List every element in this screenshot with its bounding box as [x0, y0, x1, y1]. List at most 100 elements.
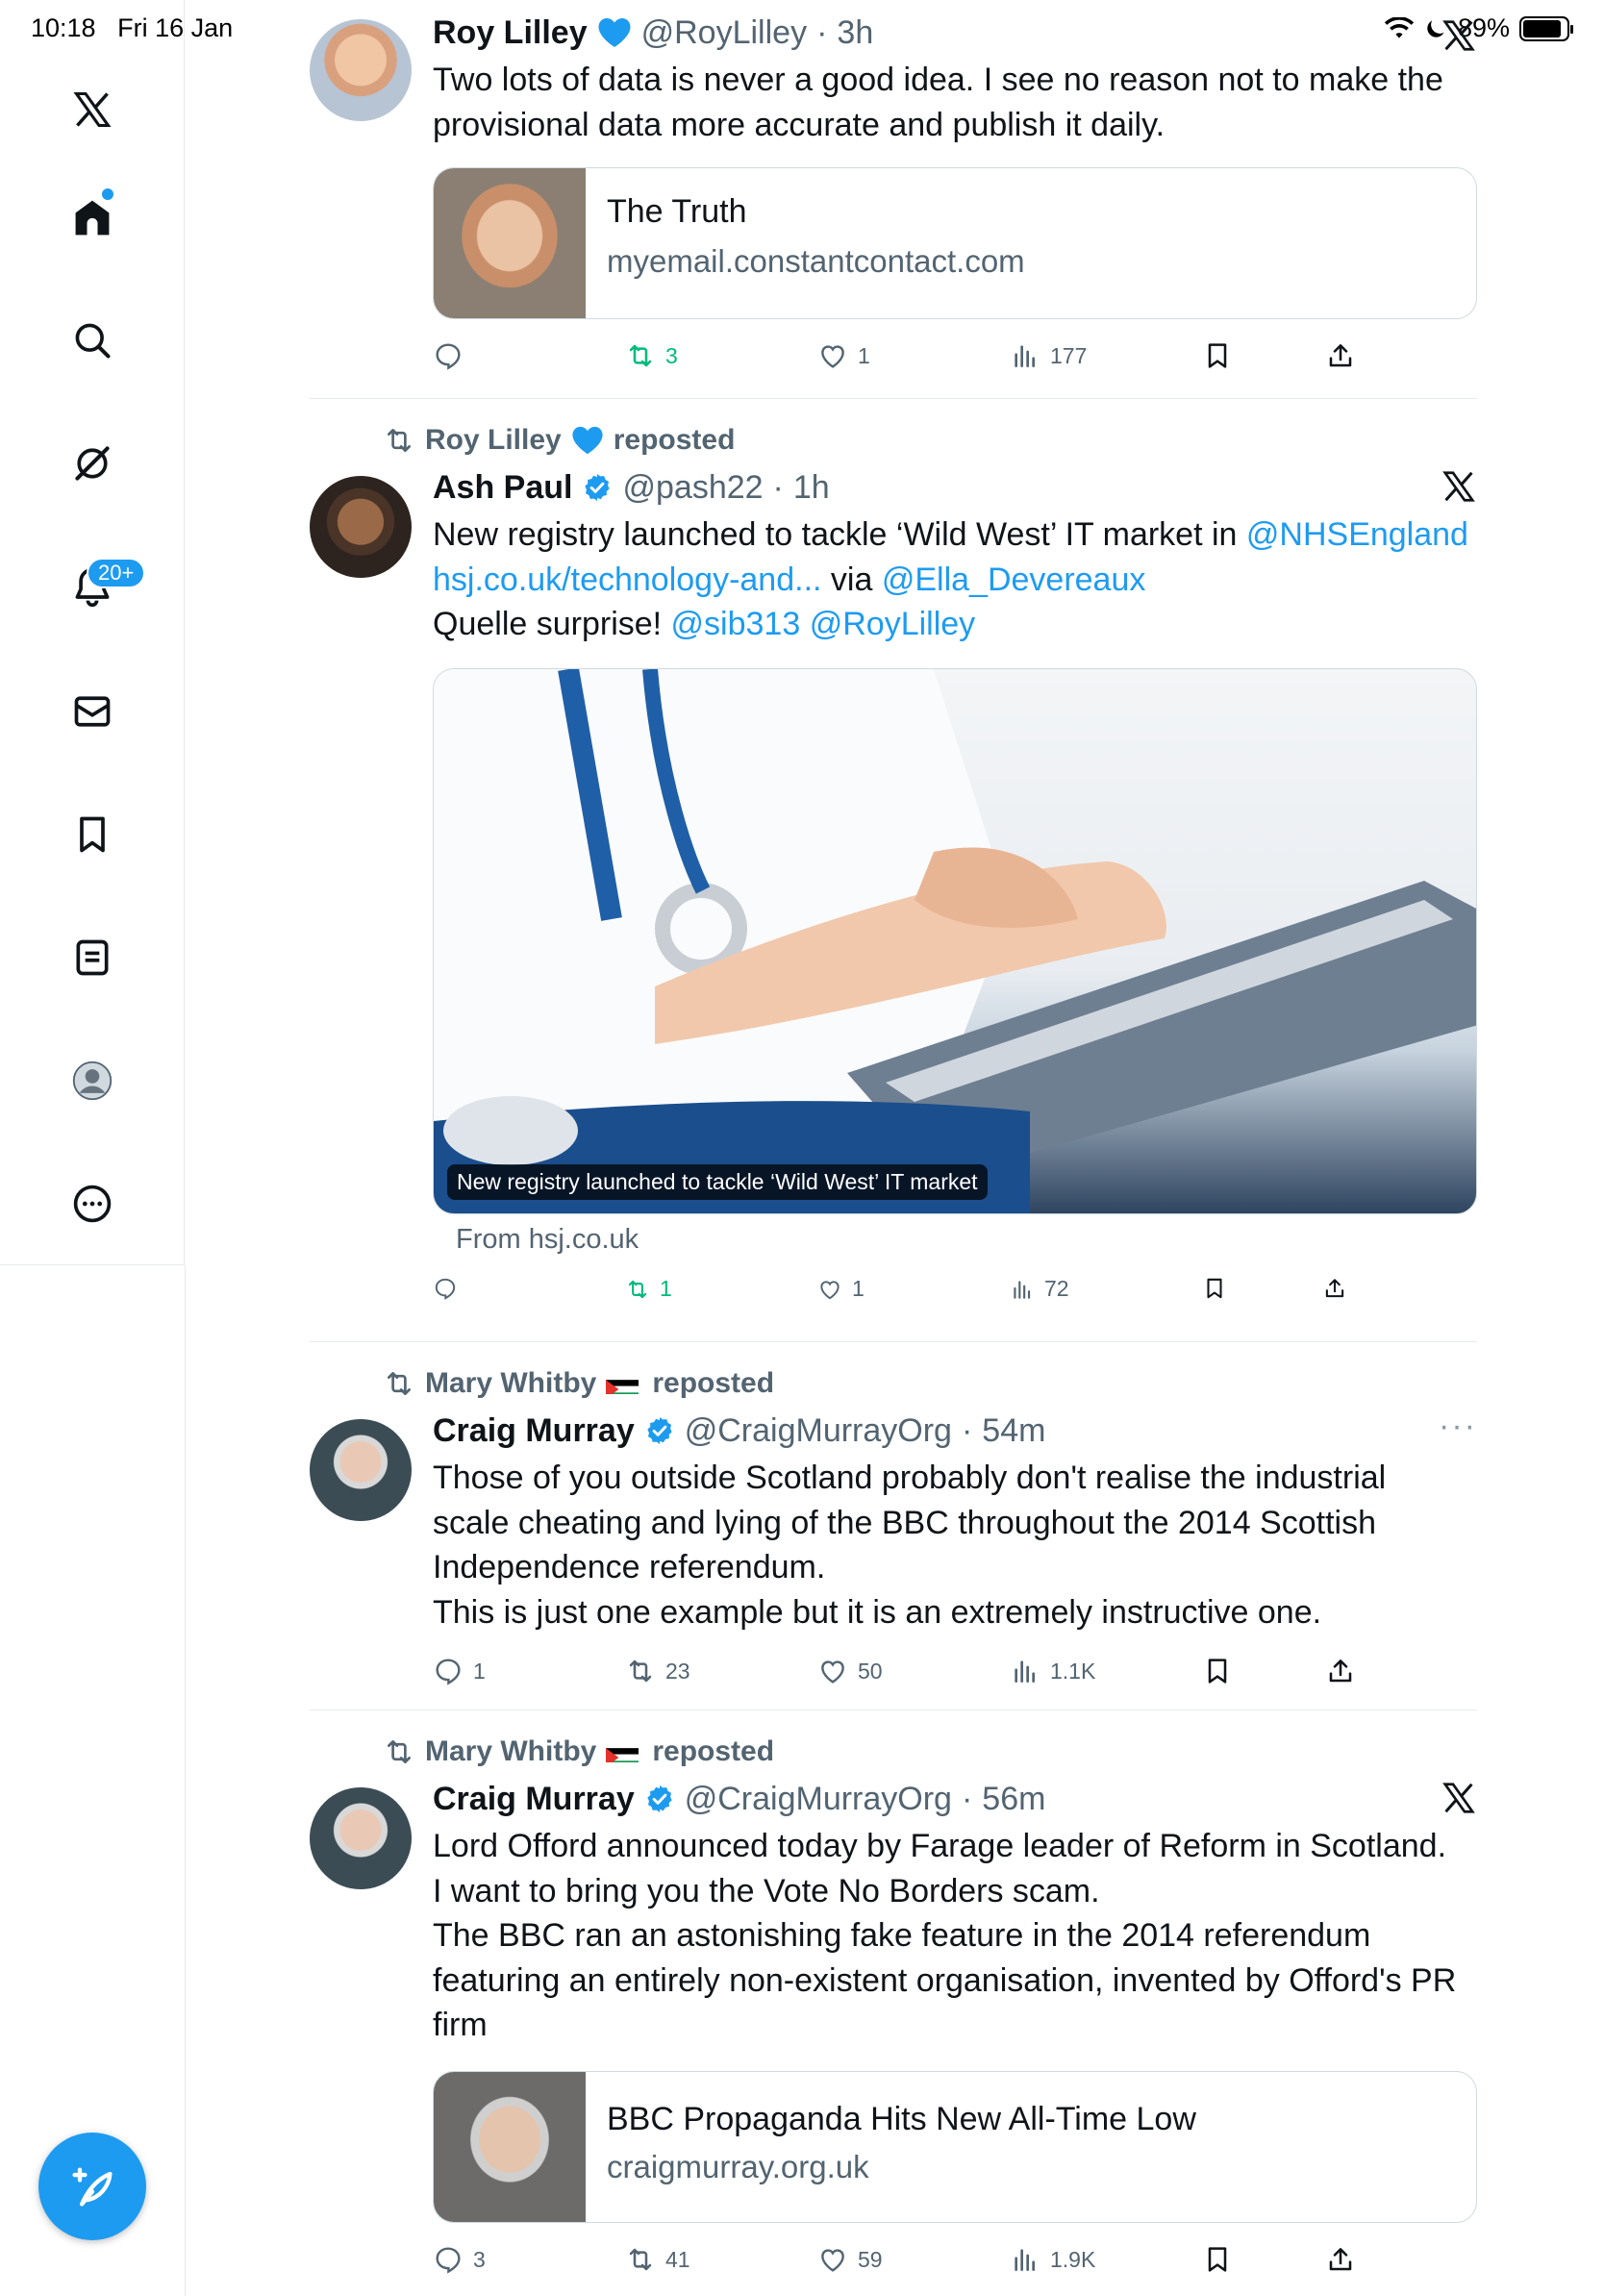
like-button[interactable]: 1 — [817, 340, 870, 371]
avatar[interactable] — [310, 1787, 412, 1889]
x-logo-icon[interactable] — [1441, 468, 1477, 505]
repost-button[interactable]: 41 — [625, 2244, 690, 2275]
link-card[interactable]: BBC Propaganda Hits New All-Time Low cra… — [433, 2071, 1477, 2223]
bookmark-button[interactable] — [1202, 1656, 1233, 1686]
tweet-text: Two lots of data is never a good idea. I… — [433, 62, 1443, 143]
tweet-actions: 1 23 50 1.1K — [433, 1656, 1356, 1694]
grok-icon[interactable] — [60, 431, 125, 496]
share-icon — [1325, 1656, 1356, 1686]
text-line: The BBC ran an astonishing fake feature … — [433, 1917, 1371, 1954]
reply-button[interactable] — [433, 340, 473, 371]
author-name[interactable]: Ash Paul — [433, 466, 572, 509]
author-handle[interactable]: @RoyLilley — [641, 12, 807, 54]
url-link[interactable]: hsj.co.uk/technology-and... — [433, 562, 821, 598]
avatar[interactable] — [310, 1419, 412, 1521]
profile-icon[interactable] — [60, 1048, 125, 1113]
tweet-ash-paul[interactable]: Roy Lilley reposted Ash Paul @pash22 · 1… — [310, 399, 1477, 1341]
reposter-name[interactable]: Roy Lilley — [425, 424, 562, 457]
bookmark-button[interactable] — [1202, 1276, 1227, 1301]
view-count: 72 — [1044, 1276, 1069, 1301]
separator-dot: · — [816, 14, 828, 51]
avatar[interactable] — [310, 19, 412, 121]
palestine-flag-icon — [606, 1373, 642, 1394]
tweet-time[interactable]: 54m — [982, 1410, 1045, 1452]
views-button[interactable]: 1.1K — [1010, 1656, 1095, 1686]
tweet-actions: 1 1 72 — [433, 1276, 1356, 1314]
bookmark-button[interactable] — [1202, 340, 1233, 371]
like-button[interactable]: 59 — [817, 2244, 883, 2275]
repost-icon — [625, 340, 656, 371]
link-card[interactable]: The Truth myemail.constantcontact.com — [433, 167, 1477, 319]
compose-button[interactable] — [38, 2133, 146, 2240]
reply-button[interactable] — [433, 1276, 467, 1301]
mail-icon[interactable] — [60, 679, 125, 744]
share-icon — [1322, 1276, 1347, 1301]
tweet-time[interactable]: 56m — [982, 1778, 1045, 1820]
author-name[interactable]: Craig Murray — [433, 1778, 635, 1820]
card-title: BBC Propaganda Hits New All-Time Low — [607, 2101, 1196, 2137]
home-icon[interactable] — [60, 185, 125, 250]
x-logo-icon[interactable] — [1441, 17, 1477, 54]
repost-icon — [625, 2244, 656, 2275]
author-handle[interactable]: @CraigMurrayOrg — [685, 1410, 952, 1452]
reply-button[interactable]: 1 — [433, 1656, 486, 1686]
reposter-name[interactable]: Mary Whitby — [425, 1735, 596, 1768]
tweet-roy-lilley[interactable]: Roy Lilley @RoyLilley · 3h Two lots of d… — [310, 0, 1477, 398]
repost-icon — [625, 1277, 650, 1302]
mention-link[interactable]: @RoyLilley — [810, 606, 975, 642]
share-button[interactable] — [1325, 1656, 1356, 1686]
bookmark-icon[interactable] — [60, 802, 125, 867]
reply-icon — [433, 1656, 464, 1686]
reply-button[interactable]: 3 — [433, 2244, 486, 2275]
repost-indicator: Mary Whitby reposted — [383, 1367, 774, 1400]
tweet-time[interactable]: 3h — [837, 12, 873, 54]
share-button[interactable] — [1325, 2244, 1356, 2275]
reposter-name[interactable]: Mary Whitby — [425, 1367, 596, 1400]
more-options-icon[interactable]: ··· — [1439, 1408, 1477, 1445]
views-button[interactable]: 1.9K — [1010, 2244, 1095, 2275]
mention-link[interactable]: @Ella_Devereaux — [882, 562, 1146, 598]
tweet-craig-murray-2[interactable]: Mary Whitby reposted Craig Murray @Craig… — [310, 1710, 1477, 2296]
like-count: 1 — [852, 1276, 865, 1301]
like-button[interactable]: 1 — [817, 1276, 865, 1302]
bookmark-button[interactable] — [1202, 2244, 1233, 2275]
views-icon — [1010, 340, 1040, 371]
like-count: 50 — [858, 1658, 883, 1684]
share-button[interactable] — [1322, 1276, 1347, 1301]
repost-count: 1 — [660, 1276, 672, 1301]
author-name[interactable]: Craig Murray — [433, 1410, 635, 1452]
views-button[interactable]: 177 — [1010, 340, 1087, 371]
mention-link[interactable]: @sib313 — [671, 606, 801, 642]
like-button[interactable]: 50 — [817, 1656, 883, 1686]
x-logo-icon[interactable] — [1441, 1780, 1477, 1816]
text-line: firm — [433, 2007, 488, 2043]
search-icon[interactable] — [60, 308, 125, 373]
tweet-time[interactable]: 1h — [793, 466, 830, 509]
media-source[interactable]: From hsj.co.uk — [456, 1224, 639, 1256]
views-button[interactable]: 72 — [1010, 1276, 1069, 1302]
heart-icon — [817, 1656, 848, 1686]
reply-count: 1 — [473, 1658, 486, 1684]
repost-button[interactable]: 1 — [625, 1276, 672, 1302]
share-button[interactable] — [1325, 340, 1356, 371]
mention-link[interactable]: @NHSEngland — [1246, 516, 1468, 553]
repost-button[interactable]: 3 — [625, 340, 678, 371]
x-logo-icon[interactable] — [60, 77, 125, 142]
repost-indicator: Mary Whitby reposted — [383, 1735, 774, 1768]
repost-icon — [383, 1367, 415, 1400]
repost-button[interactable]: 23 — [625, 1656, 690, 1686]
repost-label: reposted — [652, 1367, 775, 1399]
tweet-craig-murray[interactable]: Mary Whitby reposted Craig Murray @Craig… — [310, 1342, 1477, 1710]
card-domain: myemail.constantcontact.com — [607, 243, 1025, 279]
doctor-laptop-illustration — [434, 669, 1476, 1213]
separator-dot: · — [772, 469, 784, 506]
author-handle[interactable]: @CraigMurrayOrg — [685, 1778, 952, 1820]
author-name[interactable]: Roy Lilley — [433, 12, 588, 54]
avatar[interactable] — [310, 476, 412, 578]
more-circle-icon[interactable] — [60, 1171, 125, 1236]
reply-icon — [433, 1276, 458, 1301]
author-handle[interactable]: @pash22 — [622, 466, 763, 509]
list-icon[interactable] — [60, 925, 125, 990]
tweet-media-image[interactable]: New registry launched to tackle ‘Wild We… — [433, 668, 1477, 1214]
card-thumbnail — [434, 168, 586, 318]
